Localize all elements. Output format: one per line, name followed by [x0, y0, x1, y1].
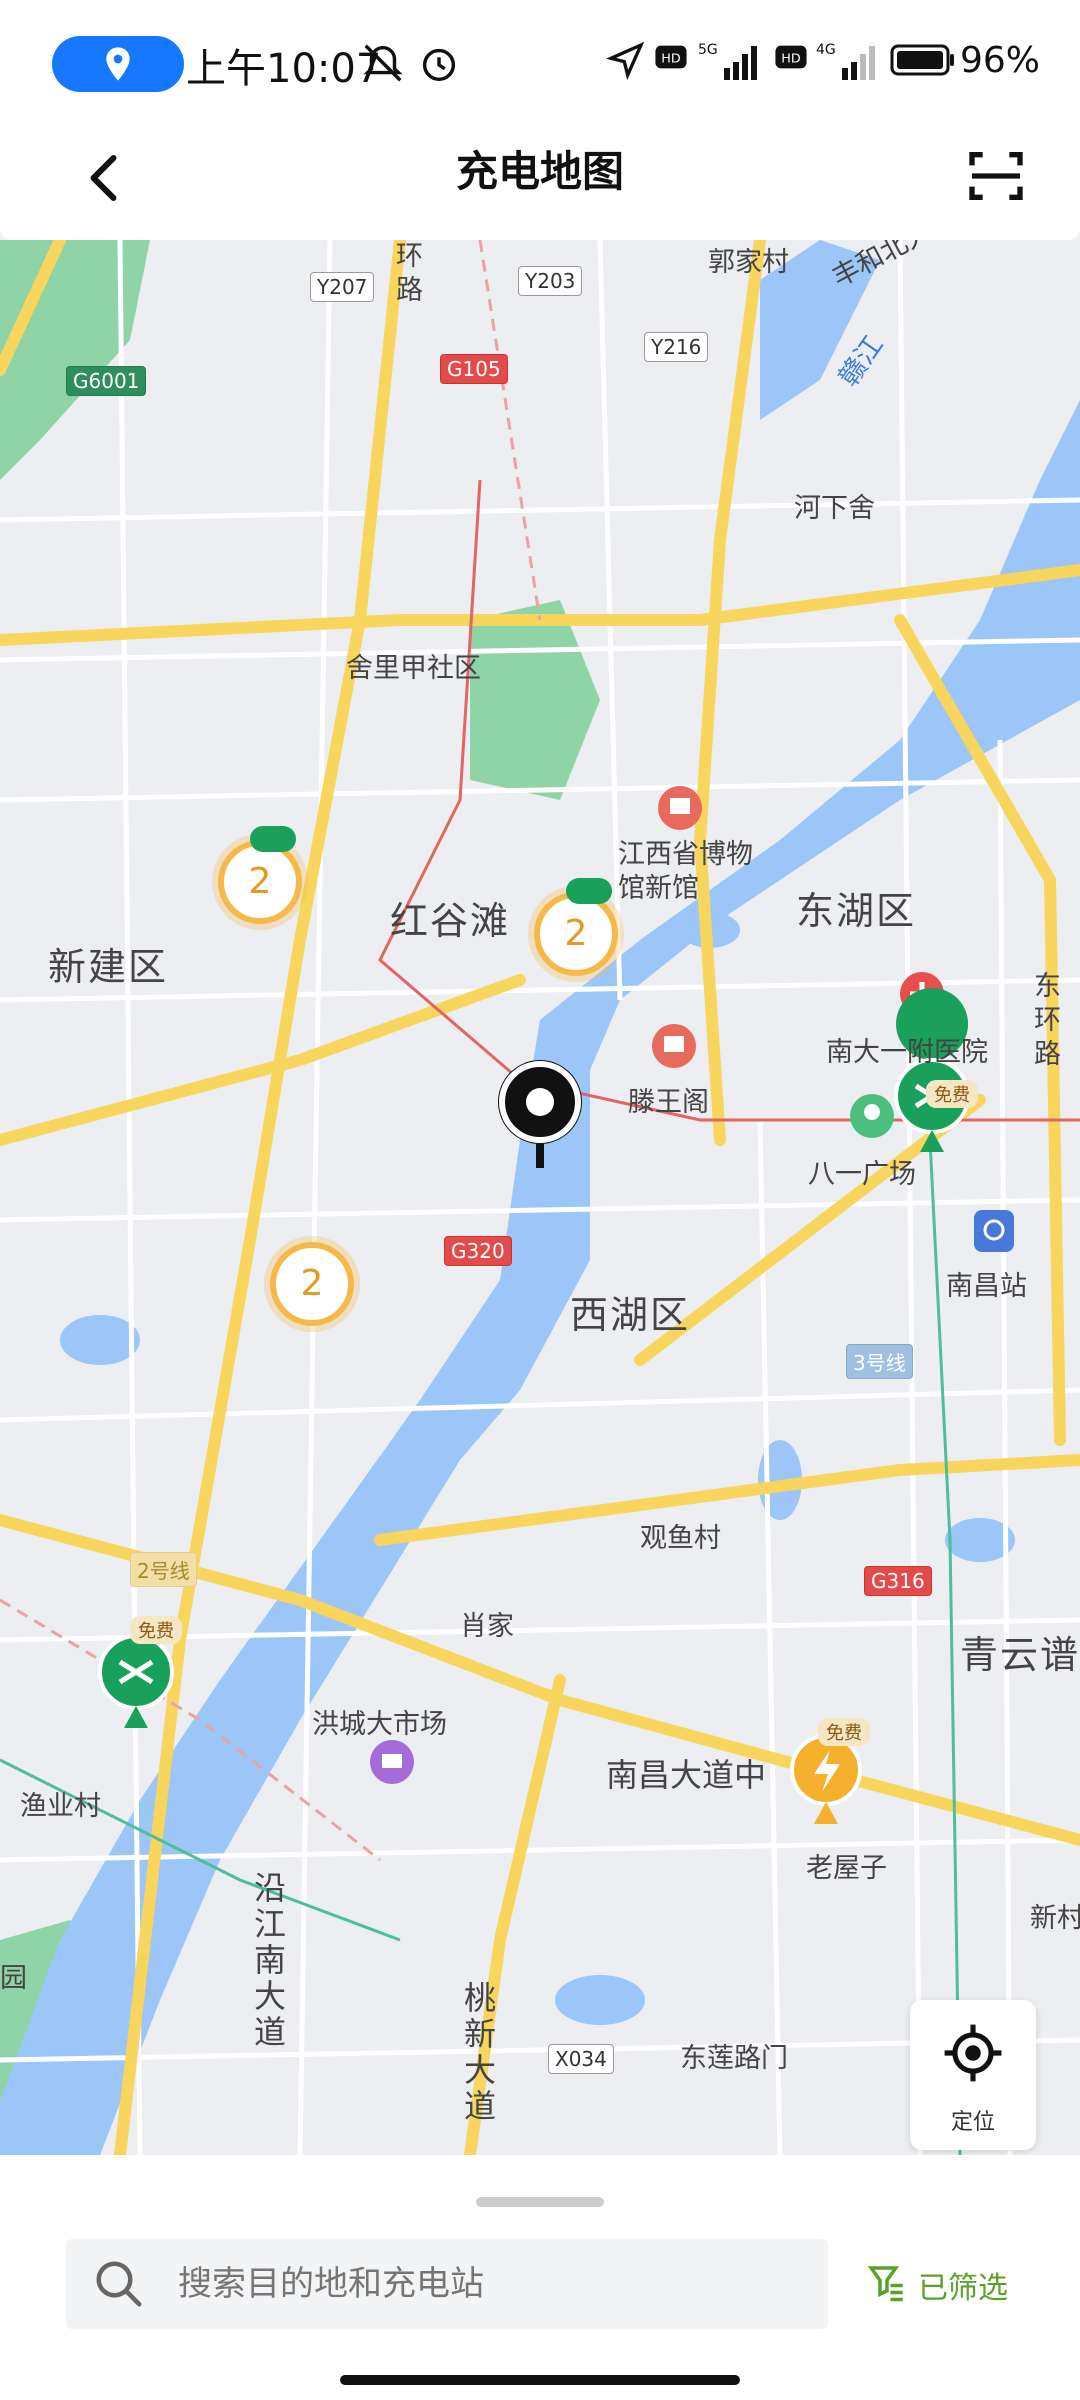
- signal-4g-icon: 4G: [816, 42, 875, 80]
- district-label-xinjian: 新建区: [48, 945, 169, 989]
- district-label-honggutan: 红谷滩: [390, 899, 511, 943]
- place-label: 八一广场: [808, 1159, 916, 1190]
- battery-icon: [890, 44, 954, 76]
- station-poi-icon: [974, 1210, 1014, 1252]
- search-input[interactable]: [176, 2253, 800, 2315]
- locate-label: 定位: [950, 2110, 995, 2135]
- filter-icon: [867, 2266, 903, 2302]
- road-badge: Y207: [310, 272, 375, 302]
- road-badge: X034: [548, 2044, 614, 2074]
- alarm-icon: [422, 48, 456, 82]
- free-tag: 免费: [130, 1616, 182, 1644]
- free-tag: 免费: [818, 1718, 870, 1746]
- place-label: 江西省博物馆新馆: [618, 839, 753, 904]
- charger-cluster-marker[interactable]: 2: [270, 1242, 354, 1326]
- location-indicator: [52, 36, 184, 92]
- place-label: 舍里甲社区: [346, 653, 481, 684]
- road-badge: 3号线: [846, 1344, 913, 1379]
- place-label: 洪城大市场: [312, 1709, 447, 1740]
- sheet-grabber[interactable]: [476, 2197, 604, 2207]
- square-poi-icon: [850, 1094, 894, 1138]
- location-pin-icon: [106, 47, 130, 81]
- search-bar[interactable]: [66, 2239, 828, 2329]
- page-title: 充电地图: [455, 147, 624, 196]
- free-tag: 免费: [926, 1080, 978, 1108]
- place-label: 新村: [1030, 1903, 1080, 1934]
- charger-mini-tag: [250, 826, 296, 852]
- signal-5g-icon: 5G: [698, 42, 757, 80]
- crosshair-icon: [944, 2024, 1002, 2082]
- place-label: 观鱼村: [640, 1523, 721, 1554]
- road-badge: 2号线: [130, 1552, 197, 1587]
- scan-button[interactable]: [964, 144, 1028, 208]
- status-bar: 上午10:07 HD 5G HD 4G 96%: [0, 0, 1080, 128]
- status-time: 上午10:07: [186, 46, 382, 92]
- bottom-sheet: 已筛选: [0, 2155, 1080, 2400]
- place-label: 渔业村: [20, 1791, 101, 1822]
- road-badge: G105: [440, 354, 508, 384]
- map-base-layer: [0, 240, 1080, 2155]
- place-label: 桃新大道: [464, 1979, 497, 2125]
- museum-poi-icon: [658, 786, 702, 830]
- search-icon: [96, 2261, 142, 2307]
- place-label: 南昌大道中: [606, 1756, 767, 1794]
- district-label-qingyunpu: 青云谱: [960, 1633, 1080, 1677]
- lake-3: [60, 1315, 140, 1365]
- locate-button[interactable]: 定位: [910, 2000, 1036, 2150]
- hd-icon-2: HD: [775, 45, 807, 69]
- charger-cluster-marker[interactable]: 2: [218, 840, 302, 924]
- place-label: 东莲路门: [680, 2043, 788, 2074]
- place-label: 南昌站: [946, 1271, 1027, 1302]
- road-badge: G316: [864, 1566, 932, 1596]
- charger-cluster-marker[interactable]: 2: [534, 892, 618, 976]
- navigation-icon: [606, 41, 645, 80]
- pavilion-poi-icon: [652, 1024, 696, 1068]
- place-label: 肖家: [460, 1611, 514, 1642]
- road-badge: G6001: [66, 366, 147, 396]
- place-label: 沿江南大道: [254, 1869, 287, 2051]
- home-indicator[interactable]: [340, 2375, 740, 2385]
- svg-text:5G: 5G: [698, 42, 718, 58]
- place-label: 园: [0, 1963, 27, 1994]
- market-poi-icon: [370, 1740, 414, 1784]
- road-badge: G320: [444, 1236, 512, 1266]
- place-label: 滕王阁: [628, 1087, 709, 1118]
- district-label-donghu: 东湖区: [796, 889, 917, 933]
- place-label: 东环路: [1034, 971, 1061, 1070]
- lake-5: [555, 1975, 645, 2025]
- app-header: 充电地图: [0, 128, 1080, 240]
- place-label: 河下舍: [794, 493, 875, 524]
- place-label: 老屋子: [806, 1853, 887, 1884]
- vibrate-off-icon: [363, 44, 403, 82]
- place-label: 郭家村: [708, 247, 789, 278]
- place-label: 南大一附医院: [826, 1037, 988, 1068]
- svg-text:4G: 4G: [816, 42, 836, 58]
- svg-text:HD: HD: [661, 52, 681, 67]
- map-canvas[interactable]: 红谷滩 新建区 东湖区 西湖区 青云谱 舍里甲社区 江西省博物馆新馆 滕王阁 南…: [0, 240, 1080, 2155]
- battery-percentage: 96%: [959, 40, 1040, 81]
- filter-label: 已筛选: [918, 2271, 1008, 2306]
- road-badge: Y203: [518, 266, 583, 296]
- road-badge: Y216: [644, 332, 709, 362]
- district-label-xihu: 西湖区: [570, 1293, 691, 1337]
- svg-text:HD: HD: [781, 52, 801, 67]
- place-label: 环路: [396, 241, 423, 306]
- hd-icon: HD: [655, 45, 687, 69]
- charger-mini-tag: [566, 878, 612, 904]
